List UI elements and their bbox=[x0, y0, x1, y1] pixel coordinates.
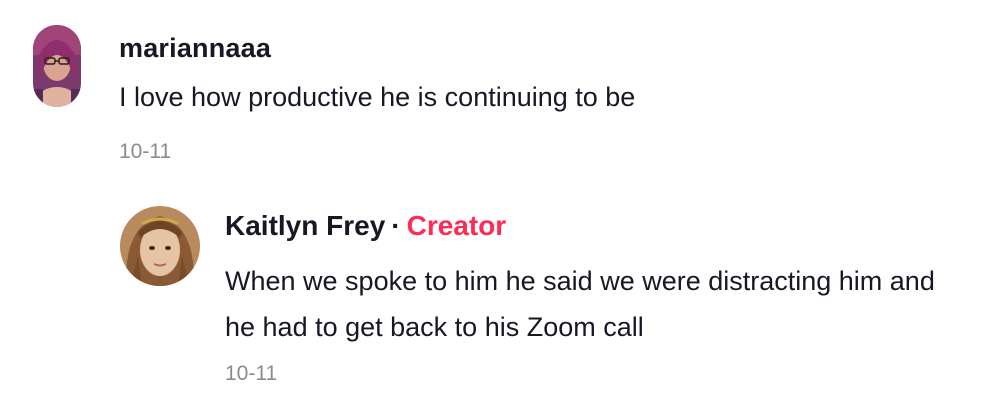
comment-date: 10-11 bbox=[119, 140, 172, 163]
creator-avatar[interactable] bbox=[120, 206, 200, 286]
separator-dot: · bbox=[391, 210, 401, 241]
reply-item: Kaitlyn Frey · Creator When we spoke to hi… bbox=[0, 196, 994, 416]
creator-badge: Creator bbox=[406, 210, 507, 241]
user-avatar[interactable] bbox=[33, 25, 81, 107]
comment-text: I love how productive he is continuing t… bbox=[119, 82, 636, 112]
reply-username[interactable]: Kaitlyn Frey bbox=[225, 210, 385, 241]
reply-header: Kaitlyn Frey · Creator bbox=[225, 210, 506, 242]
avatar-image bbox=[120, 206, 200, 286]
avatar-image bbox=[33, 25, 81, 107]
reply-text: When we spoke to him he said we were dis… bbox=[225, 266, 935, 342]
comment-username[interactable]: mariannaaa bbox=[119, 33, 271, 64]
comment-item: mariannaaa I love how productive he is c… bbox=[0, 0, 994, 200]
reply-date: 10-11 bbox=[225, 362, 278, 385]
